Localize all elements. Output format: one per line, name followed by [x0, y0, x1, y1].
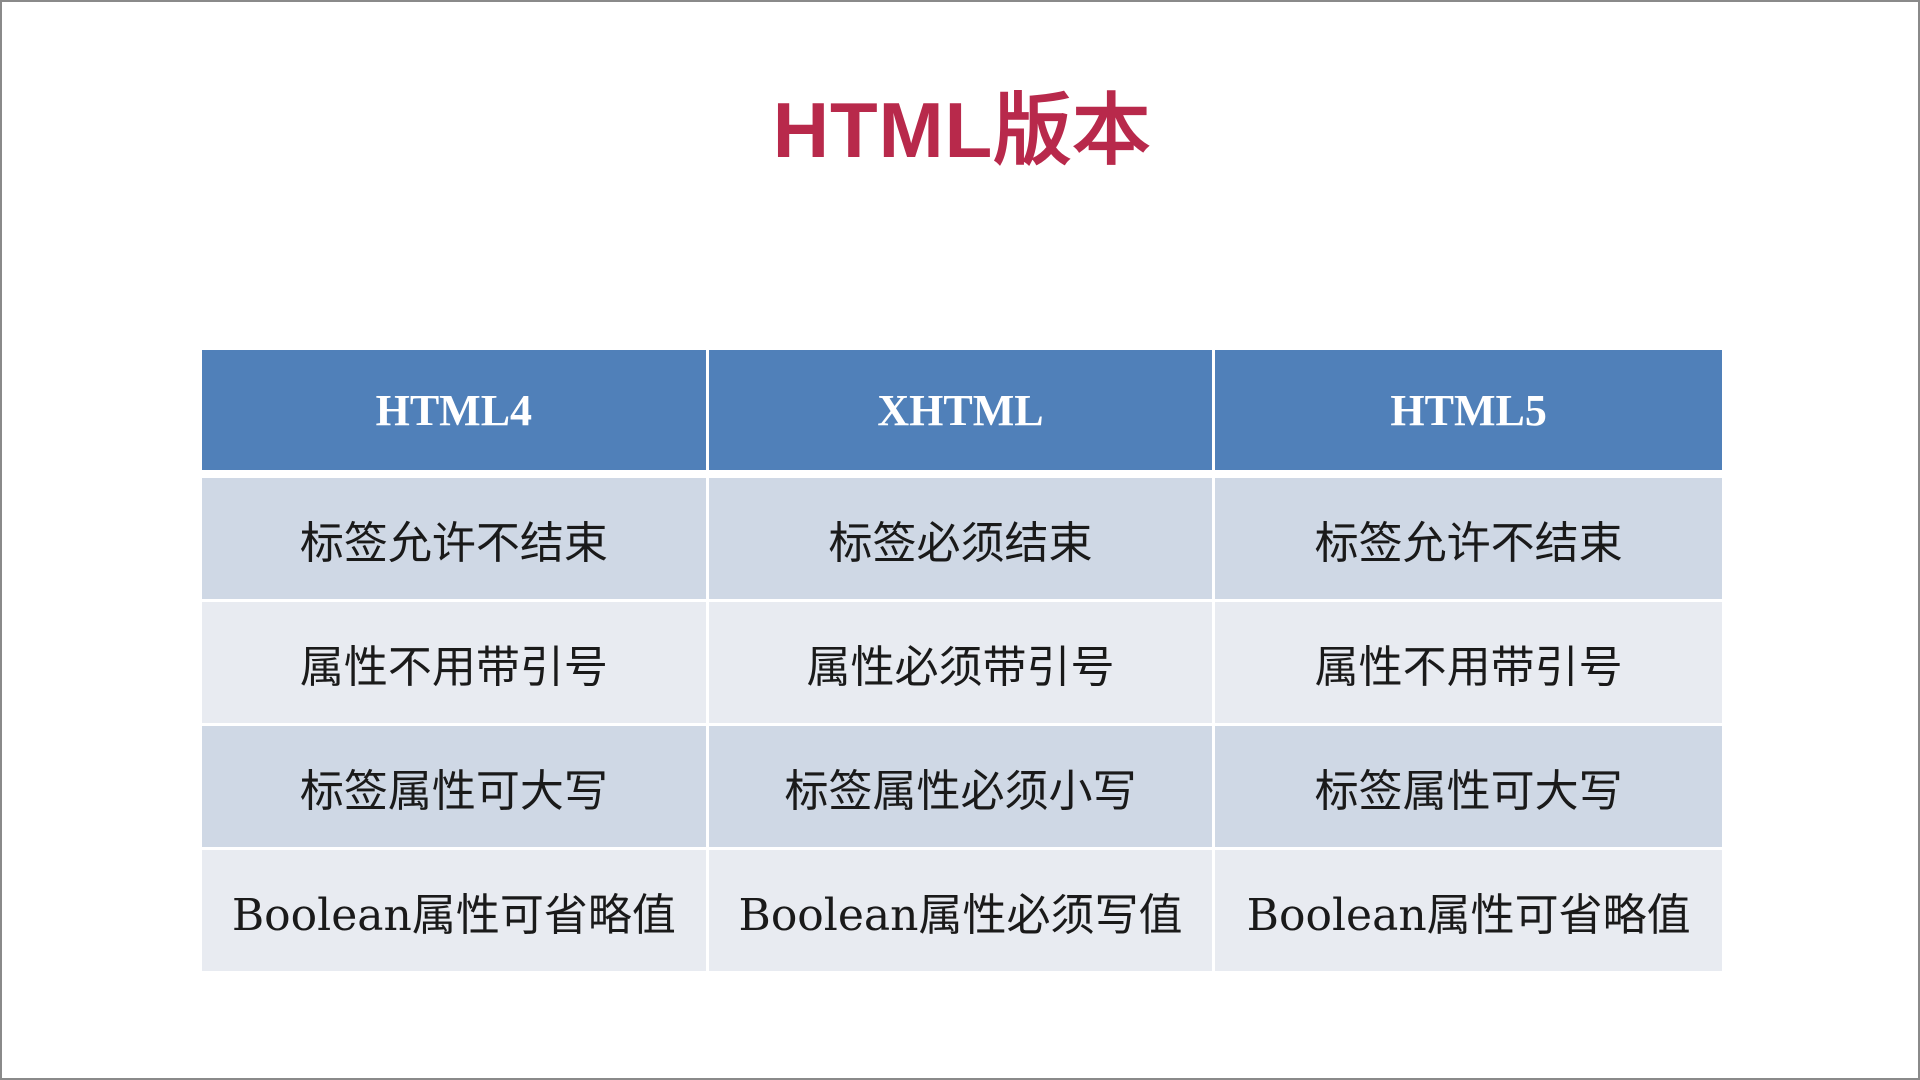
table-row: Boolean属性可省略值 Boolean属性必须写值 Boolean属性可省略…: [202, 850, 1722, 971]
table-row: 属性不用带引号 属性必须带引号 属性不用带引号: [202, 602, 1722, 726]
table-cell: 标签属性可大写: [1215, 726, 1722, 850]
comparison-table-container: HTML4 XHTML HTML5 标签允许不结束 标签必须结束 标签允许不结束…: [202, 350, 1722, 971]
table-cell: Boolean属性可省略值: [1215, 850, 1722, 971]
table-cell: 标签允许不结束: [1215, 478, 1722, 602]
column-header-xhtml: XHTML: [708, 350, 1216, 478]
table-header-row: HTML4 XHTML HTML5: [202, 350, 1722, 478]
table-cell: Boolean属性必须写值: [708, 850, 1216, 971]
table-cell: Boolean属性可省略值: [202, 850, 709, 971]
table-cell: 属性必须带引号: [708, 602, 1216, 726]
comparison-table: HTML4 XHTML HTML5 标签允许不结束 标签必须结束 标签允许不结束…: [202, 350, 1722, 971]
table-cell: 标签允许不结束: [202, 478, 709, 602]
table-row: 标签允许不结束 标签必须结束 标签允许不结束: [202, 478, 1722, 602]
table-cell: 标签属性必须小写: [708, 726, 1216, 850]
table-row: 标签属性可大写 标签属性必须小写 标签属性可大写: [202, 726, 1722, 850]
column-header-html4: HTML4: [202, 350, 709, 478]
slide-title: HTML版本: [772, 86, 1152, 174]
table-cell: 属性不用带引号: [202, 602, 709, 726]
table-cell: 标签必须结束: [708, 478, 1216, 602]
slide: HTML版本 HTML4 XHTML HTML5 标签允许不结束 标签必须结束 …: [0, 0, 1920, 1080]
table-cell: 属性不用带引号: [1215, 602, 1722, 726]
table-cell: 标签属性可大写: [202, 726, 709, 850]
column-header-html5: HTML5: [1215, 350, 1722, 478]
